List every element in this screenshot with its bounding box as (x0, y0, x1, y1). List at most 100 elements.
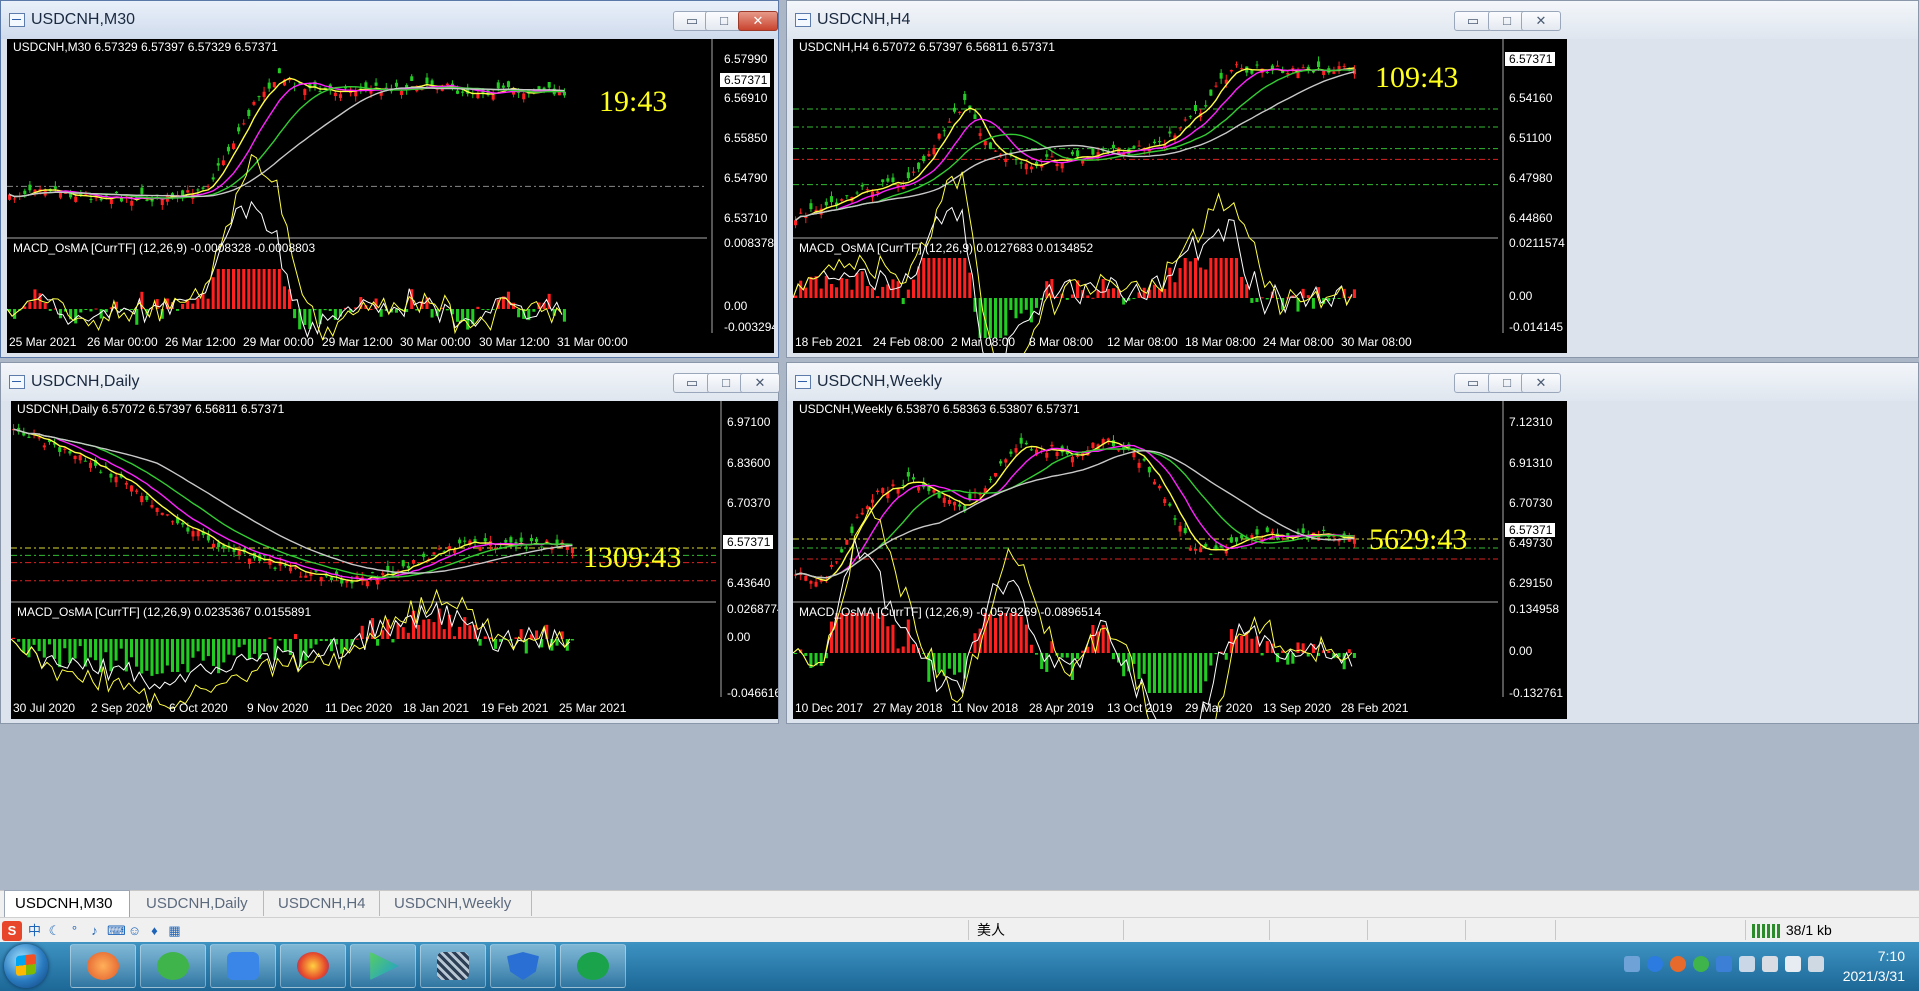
candle-body (247, 110, 251, 116)
ime-mode[interactable]: 中 (27, 923, 42, 938)
moon-icon[interactable]: ☾ (47, 923, 62, 938)
candle-body (1147, 466, 1151, 473)
candle-body (27, 436, 31, 438)
macd-bar (394, 309, 398, 313)
macd-bar (906, 619, 910, 653)
macd-bar (129, 639, 134, 658)
tab-usdcnh-h4[interactable]: USDCNH,H4 (268, 891, 380, 916)
keyboard-icon[interactable]: ⌨ (107, 923, 126, 938)
chart-svg[interactable]: USDCNH,Weekly 6.53870 6.58363 6.53807 6.… (793, 401, 1567, 719)
macd-bar (222, 639, 226, 663)
moving-average-line (795, 440, 1355, 582)
punctuation-icon[interactable]: ° (67, 923, 82, 938)
close-button[interactable]: ✕ (1521, 11, 1561, 31)
candle-body (23, 190, 27, 194)
start-button[interactable] (4, 944, 48, 988)
tray-network-icon[interactable] (1624, 956, 1640, 972)
tab-usdcnh-weekly[interactable]: USDCNH,Weekly (384, 891, 532, 916)
chart-svg[interactable]: USDCNH,M30 6.57329 6.57397 6.57329 6.573… (7, 39, 774, 353)
chart-canvas[interactable]: USDCNH,Weekly 6.53870 6.58363 6.53807 6.… (793, 401, 1567, 719)
candle-body (501, 85, 505, 88)
candle-body (150, 505, 154, 508)
chart-window-weekly[interactable]: USDCNH,Weekly ▭ □ ✕ USDCNH,Weekly 6.5387… (786, 362, 1919, 724)
macd-bar (1147, 653, 1151, 693)
tray-flag-icon[interactable] (1762, 956, 1778, 972)
candle-body (1168, 503, 1172, 506)
system-tray[interactable] (1624, 956, 1824, 976)
chart-svg[interactable]: USDCNH,H4 6.57072 6.57397 6.56811 6.5737… (793, 39, 1567, 353)
grid-menu-icon[interactable]: ▦ (167, 923, 182, 938)
macd-bar (247, 269, 251, 309)
candle-body (386, 565, 390, 571)
candle-body (881, 488, 885, 493)
tray-wechat-icon[interactable] (1693, 956, 1709, 972)
minimize-button[interactable]: ▭ (673, 373, 711, 393)
macd-bar (845, 278, 849, 298)
taskbar-app[interactable] (280, 944, 346, 988)
taskbar-app[interactable] (350, 944, 416, 988)
candle-body (509, 537, 513, 543)
taskbar-clock[interactable]: 7:10 2021/3/31 (1815, 946, 1905, 986)
chart-canvas[interactable]: USDCNH,M30 6.57329 6.57397 6.57329 6.573… (7, 39, 774, 353)
taskbar-app[interactable] (420, 944, 486, 988)
user-icon[interactable]: ☺ (127, 923, 142, 938)
macd-bar (1193, 258, 1198, 298)
macd-bar (1168, 267, 1172, 298)
taskbar-app[interactable] (490, 944, 556, 988)
candle-body (1193, 548, 1198, 551)
macd-bar (247, 639, 251, 660)
window-titlebar[interactable]: USDCNH,Daily ▭ □ ✕ (1, 363, 780, 401)
candle-body (145, 496, 149, 500)
candle-body (1158, 141, 1162, 143)
candle-body (876, 490, 880, 492)
tray-shield-icon[interactable] (1647, 956, 1663, 972)
ind-tick: 0.00 (1509, 289, 1533, 303)
chart-window-daily[interactable]: USDCNH,Daily ▭ □ ✕ USDCNH,Daily 6.57072 … (0, 362, 780, 724)
minimize-button[interactable]: ▭ (1454, 373, 1492, 393)
close-button[interactable]: ✕ (1521, 373, 1561, 393)
chart-window-h4[interactable]: USDCNH,H4 ▭ □ ✕ USDCNH,H4 6.57072 6.5739… (786, 0, 1919, 358)
candle-body (267, 82, 271, 89)
window-titlebar[interactable]: USDCNH,Weekly ▭ □ ✕ (787, 363, 1918, 401)
candle-body (242, 123, 246, 125)
close-button[interactable]: ✕ (740, 373, 780, 393)
candle-body (155, 507, 159, 512)
candle-body (942, 497, 946, 503)
chart-canvas[interactable]: USDCNH,H4 6.57072 6.57397 6.56811 6.5737… (793, 39, 1567, 353)
tab-usdcnh-daily[interactable]: USDCNH,Daily (136, 891, 264, 916)
tray-security-icon[interactable] (1716, 956, 1732, 972)
candle-body (181, 522, 185, 525)
minimize-button[interactable]: ▭ (1454, 11, 1492, 31)
ind-tick: -0.0466169 (727, 686, 778, 700)
taskbar-app[interactable] (210, 944, 276, 988)
tab-usdcnh-m30[interactable]: USDCNH,M30 (4, 890, 130, 917)
tray-firefox-icon[interactable] (1670, 956, 1686, 972)
ime-toolbar[interactable]: S 中 ☾ ° ♪ ⌨ ☺ ♦ ▦ (0, 918, 182, 943)
chart-svg[interactable]: USDCNH,Daily 6.57072 6.57397 6.56811 6.5… (11, 401, 778, 719)
candle-body (911, 477, 916, 480)
window-titlebar[interactable]: USDCNH,H4 ▭ □ ✕ (787, 1, 1918, 39)
candle-body (364, 82, 368, 88)
taskbar-app[interactable] (70, 944, 136, 988)
close-button[interactable]: ✕ (738, 11, 778, 31)
chart-canvas[interactable]: USDCNH,Daily 6.57072 6.57397 6.56811 6.5… (11, 401, 778, 719)
tray-volume-icon[interactable] (1785, 956, 1801, 972)
microphone-icon[interactable]: ♪ (87, 923, 102, 938)
macd-bar (481, 309, 485, 310)
indicator-label: MACD_OsMA [CurrTF] (12,26,9) -0.0008328 … (13, 241, 315, 255)
taskbar: 7:10 2021/3/31 (0, 942, 1919, 991)
taskbar-app[interactable] (560, 944, 626, 988)
sogou-logo-icon[interactable]: S (2, 920, 22, 941)
macd-bar (1173, 282, 1177, 298)
window-titlebar[interactable]: USDCNH,M30 ▭ □ ✕ (1, 1, 778, 39)
candle-body (1158, 485, 1162, 489)
taskbar-app[interactable] (140, 944, 206, 988)
candle-body (1229, 537, 1233, 543)
tray-wifi-icon[interactable] (1739, 956, 1755, 972)
macd-bar (119, 639, 123, 649)
macd-bar (58, 639, 62, 668)
macd-bar (1178, 268, 1182, 298)
chart-window-m30[interactable]: USDCNH,M30 ▭ □ ✕ USDCNH,M30 6.57329 6.57… (0, 0, 779, 358)
macd-bar (1204, 653, 1208, 682)
shirt-icon[interactable]: ♦ (147, 923, 162, 938)
